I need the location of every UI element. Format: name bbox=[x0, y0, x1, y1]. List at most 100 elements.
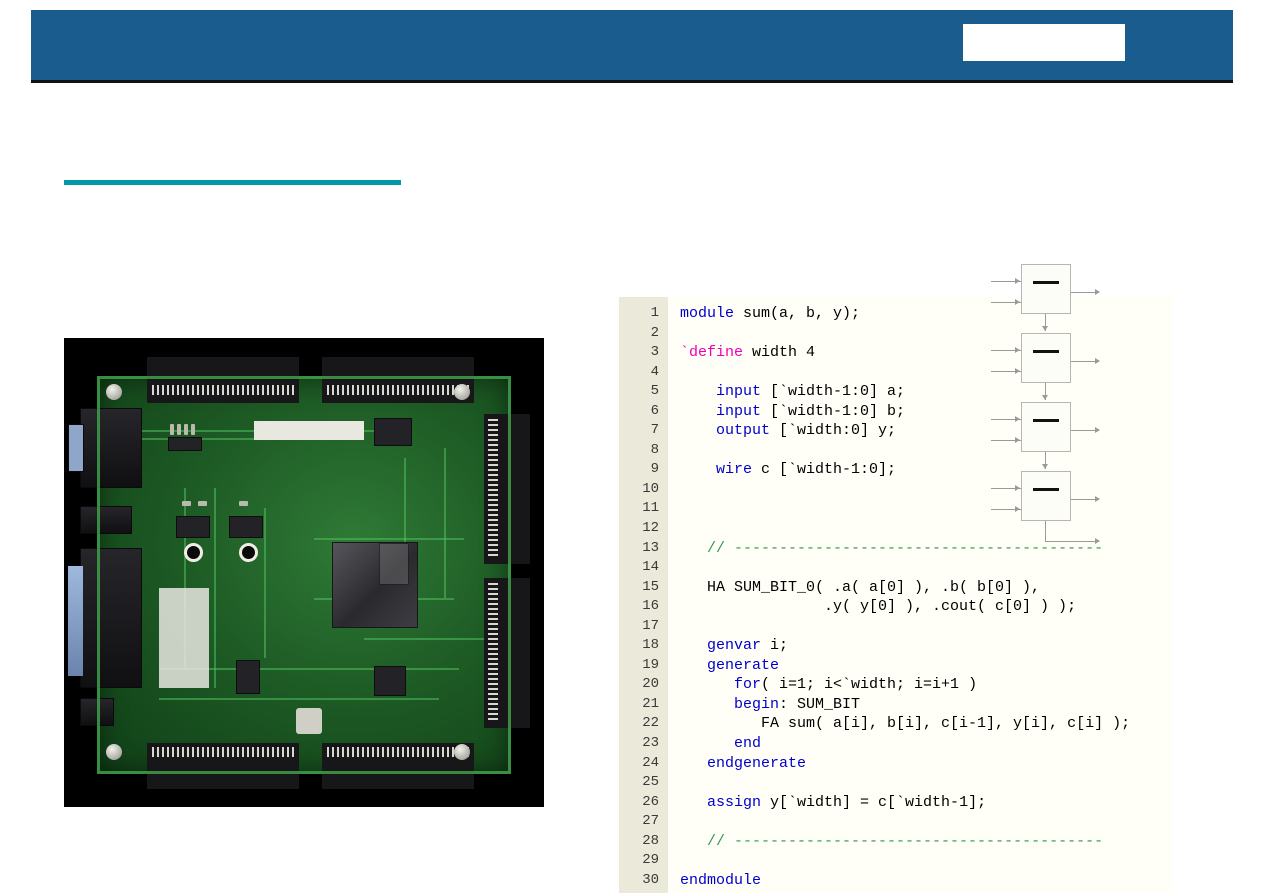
code-line-number: 1 bbox=[619, 304, 668, 324]
code-line-text bbox=[668, 441, 680, 461]
adder-symbol-bar bbox=[1033, 488, 1059, 491]
code-line: 15 HA SUM_BIT_0( .a( a[0] ), .b( b[0] ), bbox=[619, 578, 1173, 598]
code-token: FA sum( a[i], b[i], c[i-1], y[i], c[i] )… bbox=[680, 715, 1130, 732]
code-token bbox=[680, 696, 734, 713]
code-line-number: 8 bbox=[619, 441, 668, 461]
code-token bbox=[680, 403, 716, 420]
arrow-icon bbox=[1015, 299, 1020, 305]
arrow-icon bbox=[1095, 538, 1100, 544]
code-token bbox=[680, 637, 707, 654]
adder-symbol-bar bbox=[1033, 419, 1059, 422]
code-line: 21 begin: SUM_BIT bbox=[619, 695, 1173, 715]
carry-out-wire-v bbox=[1045, 521, 1046, 542]
code-token: sum(a, b, y); bbox=[734, 305, 860, 322]
arrow-icon bbox=[1095, 358, 1100, 364]
arrow-icon bbox=[1042, 395, 1048, 400]
code-line-text bbox=[668, 851, 680, 871]
code-token: `define bbox=[680, 344, 743, 361]
code-line-text bbox=[668, 812, 680, 832]
code-line-text: end bbox=[668, 734, 761, 754]
code-token bbox=[680, 794, 707, 811]
arrow-icon bbox=[1042, 326, 1048, 331]
arrow-icon bbox=[1015, 437, 1020, 443]
code-line-text bbox=[668, 499, 680, 519]
adder-block-0 bbox=[1021, 264, 1071, 314]
code-line-text: `define width 4 bbox=[668, 343, 815, 363]
code-token bbox=[680, 833, 707, 850]
code-line: 28 // ----------------------------------… bbox=[619, 832, 1173, 852]
code-line-number: 20 bbox=[619, 675, 668, 695]
adder-block-3 bbox=[1021, 471, 1071, 521]
code-token bbox=[680, 657, 707, 674]
code-token: genvar bbox=[707, 637, 761, 654]
arrow-icon bbox=[1042, 464, 1048, 469]
arrow-icon bbox=[1095, 427, 1100, 433]
carry-out-wire-h bbox=[1045, 541, 1099, 542]
arrow-icon bbox=[1015, 416, 1020, 422]
code-token: module bbox=[680, 305, 734, 322]
code-token bbox=[680, 735, 734, 752]
code-line-number: 14 bbox=[619, 558, 668, 578]
code-token bbox=[680, 676, 734, 693]
code-line-text: for( i=1; i<`width; i=i+1 ) bbox=[668, 675, 977, 695]
code-line-number: 18 bbox=[619, 636, 668, 656]
code-token bbox=[680, 422, 716, 439]
pcb-parallel-port-shell bbox=[68, 566, 83, 676]
code-line-text: input [`width-1:0] a; bbox=[668, 382, 905, 402]
code-line-number: 22 bbox=[619, 714, 668, 734]
code-token: c [`width-1:0]; bbox=[752, 461, 896, 478]
code-line-number: 7 bbox=[619, 421, 668, 441]
code-line-number: 30 bbox=[619, 871, 668, 891]
code-line-number: 26 bbox=[619, 793, 668, 813]
adder-block-1 bbox=[1021, 333, 1071, 383]
code-token bbox=[680, 461, 716, 478]
code-line-number: 28 bbox=[619, 832, 668, 852]
code-token: assign bbox=[707, 794, 761, 811]
fpga-board-photo bbox=[64, 338, 544, 807]
arrow-icon bbox=[1015, 368, 1020, 374]
code-line: 30endmodule bbox=[619, 871, 1173, 891]
code-line-number: 25 bbox=[619, 773, 668, 793]
code-line-number: 3 bbox=[619, 343, 668, 363]
code-line-text: assign y[`width] = c[`width-1]; bbox=[668, 793, 986, 813]
code-line-number: 29 bbox=[619, 851, 668, 871]
code-line: 29 bbox=[619, 851, 1173, 871]
code-line-text: endmodule bbox=[668, 871, 761, 891]
code-token: input bbox=[716, 403, 761, 420]
code-line: 24 endgenerate bbox=[619, 754, 1173, 774]
code-line-number: 13 bbox=[619, 539, 668, 559]
code-line-number: 24 bbox=[619, 754, 668, 774]
code-token: for bbox=[734, 676, 761, 693]
code-line-text bbox=[668, 617, 680, 637]
arrow-icon bbox=[1015, 485, 1020, 491]
code-line: 25 bbox=[619, 773, 1173, 793]
header-banner-shadow bbox=[31, 80, 1233, 83]
code-line-text bbox=[668, 558, 680, 578]
code-line-text: genvar i; bbox=[668, 636, 788, 656]
adder-symbol-bar bbox=[1033, 350, 1059, 353]
code-line: 16 .y( y[0] ), .cout( c[0] ) ); bbox=[619, 597, 1173, 617]
code-line-number: 19 bbox=[619, 656, 668, 676]
code-line-text: HA SUM_BIT_0( .a( a[0] ), .b( b[0] ), bbox=[668, 578, 1040, 598]
code-line-number: 5 bbox=[619, 382, 668, 402]
code-line-text: output [`width:0] y; bbox=[668, 421, 896, 441]
ripple-carry-adder-diagram bbox=[985, 262, 1120, 547]
code-line-number: 27 bbox=[619, 812, 668, 832]
code-line: 18 genvar i; bbox=[619, 636, 1173, 656]
code-line-number: 16 bbox=[619, 597, 668, 617]
code-line-text: begin: SUM_BIT bbox=[668, 695, 860, 715]
code-line: 22 FA sum( a[i], b[i], c[i-1], y[i], c[i… bbox=[619, 714, 1173, 734]
adder-block-2 bbox=[1021, 402, 1071, 452]
code-line-number: 17 bbox=[619, 617, 668, 637]
code-line: 27 bbox=[619, 812, 1173, 832]
code-line-number: 6 bbox=[619, 402, 668, 422]
code-token: endgenerate bbox=[707, 755, 806, 772]
code-token: i; bbox=[761, 637, 788, 654]
code-line-number: 15 bbox=[619, 578, 668, 598]
code-line-number: 12 bbox=[619, 519, 668, 539]
code-line-text: generate bbox=[668, 656, 779, 676]
arrow-icon bbox=[1015, 506, 1020, 512]
code-line: 26 assign y[`width] = c[`width-1]; bbox=[619, 793, 1173, 813]
code-line-text bbox=[668, 519, 680, 539]
code-token: generate bbox=[707, 657, 779, 674]
